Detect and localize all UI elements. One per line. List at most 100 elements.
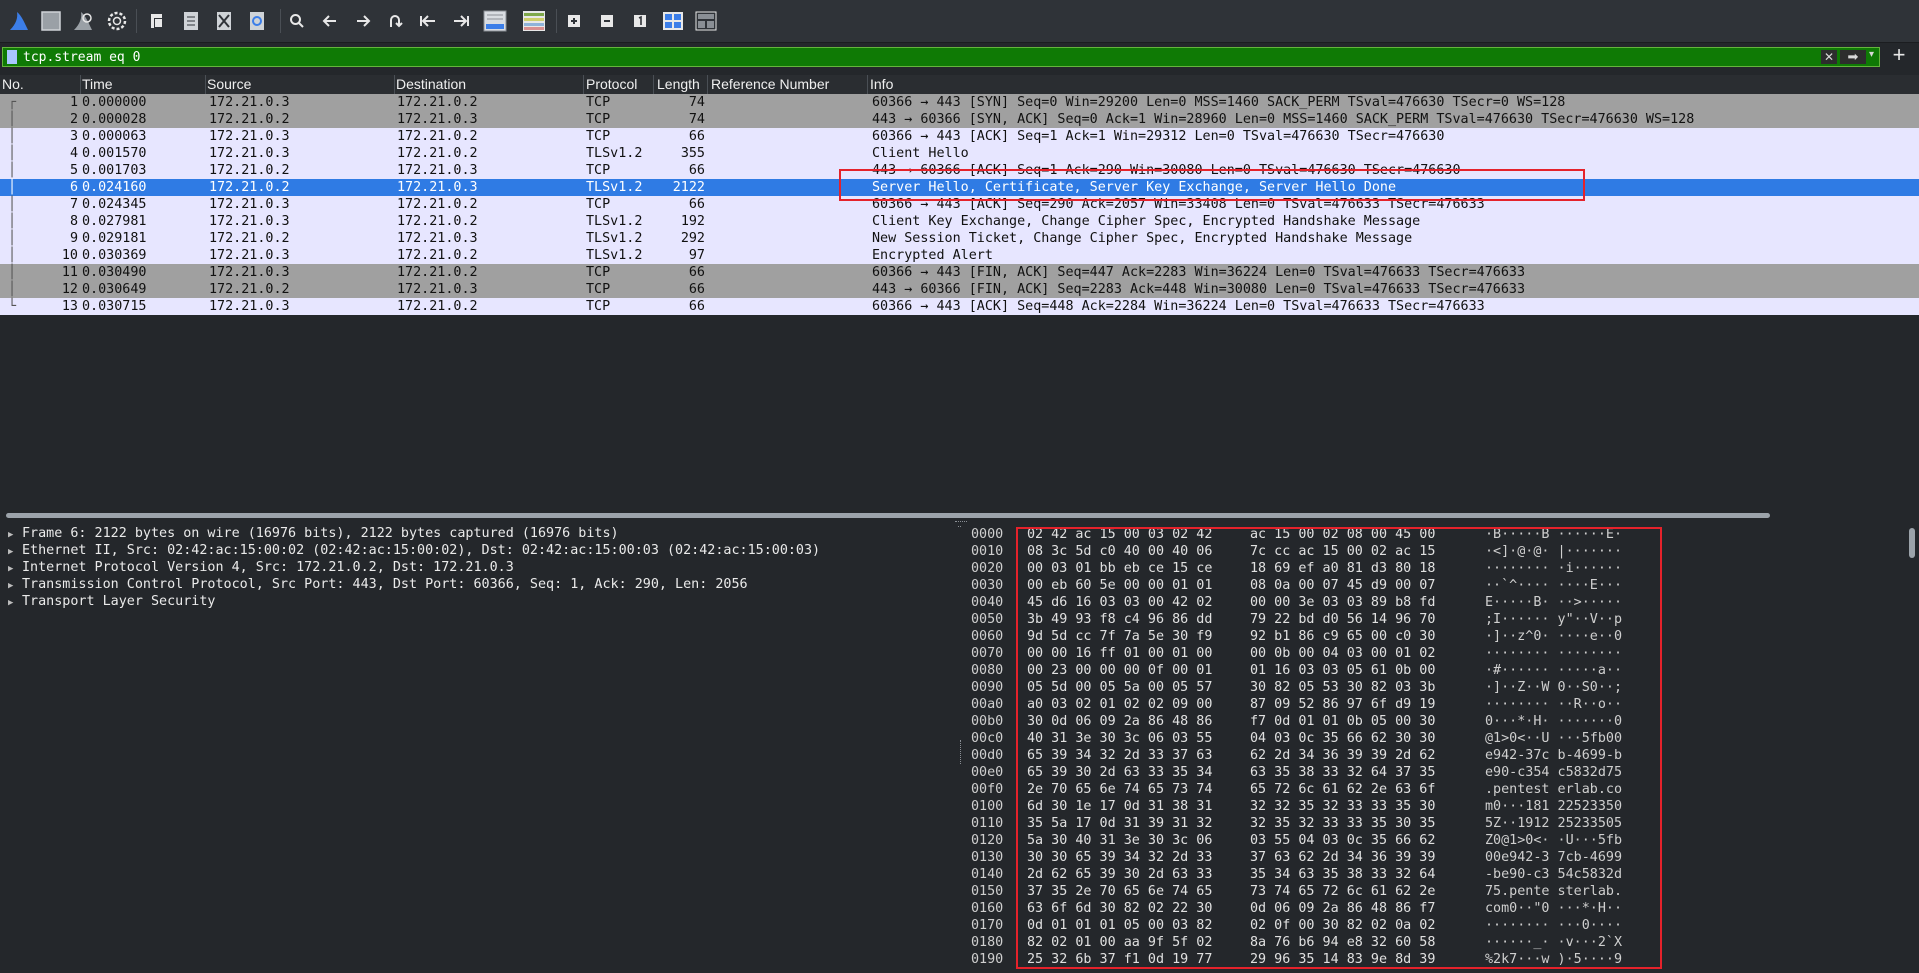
detail-row-tcp[interactable]: ▶ Transmission Control Protocol, Src Port… (8, 577, 748, 594)
packet-row[interactable]: 4 0.001570 172.21.0.3 172.21.0.2 TLSv1.2 355 C… (0, 145, 1919, 162)
add-filter-button[interactable]: + (1884, 43, 1914, 67)
column-header-source[interactable]: Source (207, 76, 251, 92)
cell-no: 1 (69, 95, 78, 110)
conversation-bracket: └ (8, 299, 17, 314)
cell-no: 3 (69, 129, 78, 144)
expand-arrow-icon[interactable]: ▶ (8, 598, 22, 608)
column-header-time[interactable]: Time (82, 76, 113, 92)
hex-bytes-first: 6d 30 1e 17 0d 31 38 31 (1027, 799, 1213, 814)
column-header-protocol[interactable]: Protocol (586, 76, 637, 92)
expand-arrow-icon[interactable]: ▶ (8, 581, 22, 591)
packet-row[interactable]: 7 0.024345 172.21.0.3 172.21.0.2 TCP 66 60366 … (0, 196, 1919, 213)
packet-row[interactable]: 1 0.000000 172.21.0.3 172.21.0.2 TCP 74 60366 … (0, 94, 1919, 111)
bytes-row[interactable]: 0090 05 5d 00 05 5a 00 05 57 30 82 05 53 3… (962, 679, 1902, 696)
expand-arrow-icon[interactable]: ▶ (8, 547, 22, 557)
hex-bytes-first: a0 03 02 01 02 02 09 00 (1027, 697, 1213, 712)
filter-dropdown-icon[interactable]: ▾ (1869, 49, 1874, 60)
display-filter-input[interactable]: tcp.stream eq 0 ✕ ➡ ▾ (2, 47, 1880, 67)
packet-row[interactable]: 5 0.001703 172.21.0.2 172.21.0.3 TCP 66 443 → … (0, 162, 1919, 179)
packet-row[interactable]: 9 0.029181 172.21.0.2 172.21.0.3 TLSv1.2 292 N… (0, 230, 1919, 247)
packet-row[interactable]: 6 0.024160 172.21.0.2 172.21.0.3 TLSv1.2 2122… (0, 179, 1919, 196)
detail-row-tls[interactable]: ▶ Transport Layer Security (8, 594, 215, 611)
bytes-row[interactable]: 0110 35 5a 17 0d 31 39 31 32 32 35 32 33 3… (962, 815, 1902, 832)
packet-row[interactable]: 8 0.027981 172.21.0.3 172.21.0.2 TLSv1.2 192 C… (0, 213, 1919, 230)
column-header-no[interactable]: No. (2, 76, 24, 92)
column-header-destination[interactable]: Destination (396, 76, 466, 92)
restart-capture-icon[interactable] (70, 8, 96, 34)
bytes-row[interactable]: 0190 25 32 6b 37 f1 0d 19 77 29 96 35 14 8… (962, 951, 1902, 968)
apply-filter-icon[interactable]: ➡ (1840, 50, 1866, 64)
bytes-row[interactable]: 0060 9d 5d cc 7f 7a 5e 30 f9 92 b1 86 c9 6… (962, 628, 1902, 645)
normal-size-icon[interactable] (627, 8, 653, 34)
bytes-row[interactable]: 00e0 65 39 30 2d 63 33 35 34 63 35 38 33 3… (962, 764, 1902, 781)
capture-options-icon[interactable] (104, 8, 130, 34)
bytes-row[interactable]: 0160 63 6f 6d 30 82 02 22 30 0d 06 09 2a 8… (962, 900, 1902, 917)
cell-protocol: TCP (586, 265, 611, 280)
bytes-row[interactable]: 00d0 65 39 34 32 2d 33 37 63 62 2d 34 36 3… (962, 747, 1902, 764)
bytes-row[interactable]: 0180 82 02 01 00 aa 9f 5f 02 8a 76 b6 94 e… (962, 934, 1902, 951)
packet-row[interactable]: 10 0.030369 172.21.0.3 172.21.0.2 TLSv1.2 97 E… (0, 247, 1919, 264)
bytes-row[interactable]: 0070 00 00 16 ff 01 00 01 00 00 0b 00 04 0… (962, 645, 1902, 662)
packet-list-horizontal-scrollbar[interactable] (0, 512, 1919, 520)
go-forward-icon[interactable] (350, 8, 376, 34)
go-first-icon[interactable] (415, 8, 441, 34)
packet-row[interactable]: 12 0.030649 172.21.0.2 172.21.0.3 TCP 66 443 →… (0, 281, 1919, 298)
bytes-row[interactable]: 0140 2d 62 65 39 30 2d 63 33 35 34 63 35 3… (962, 866, 1902, 883)
ascii-bytes: ········ ········ (1485, 646, 1623, 661)
close-file-icon[interactable] (211, 8, 237, 34)
bytes-row[interactable]: 0130 30 30 65 39 34 32 2d 33 37 63 62 2d 3… (962, 849, 1902, 866)
bytes-row[interactable]: 0020 00 03 01 bb eb ce 15 ce 18 69 ef a0 8… (962, 560, 1902, 577)
bytes-vertical-scrollbar[interactable] (1909, 528, 1915, 558)
save-file-icon[interactable] (178, 8, 204, 34)
packet-row[interactable]: 11 0.030490 172.21.0.3 172.21.0.2 TCP 66 60366… (0, 264, 1919, 281)
clear-filter-icon[interactable]: ✕ (1821, 50, 1837, 64)
expand-arrow-icon[interactable]: ▶ (8, 530, 22, 540)
resize-columns-icon[interactable] (660, 8, 686, 34)
detail-row-frame[interactable]: ▶ Frame 6: 2122 bytes on wire (16976 bits… (8, 526, 619, 543)
detail-row-ethernet[interactable]: ▶ Ethernet II, Src: 02:42:ac:15:00:02 (02… (8, 543, 820, 560)
bytes-row[interactable]: 0050 3b 49 93 f8 c4 96 86 dd 79 22 bd d0 5… (962, 611, 1902, 628)
auto-scroll-icon[interactable] (482, 8, 508, 34)
layout-icon[interactable] (693, 8, 719, 34)
open-file-icon[interactable] (144, 8, 170, 34)
hex-bytes-second: 29 96 35 14 83 9e 8d 39 (1250, 952, 1436, 967)
bytes-row[interactable]: 0010 08 3c 5d c0 40 00 40 06 7c cc ac 15 0… (962, 543, 1902, 560)
zoom-out-icon[interactable] (594, 8, 620, 34)
bookmark-icon[interactable] (7, 50, 17, 64)
zoom-in-icon[interactable] (561, 8, 587, 34)
detail-row-ip[interactable]: ▶ Internet Protocol Version 4, Src: 172.2… (8, 560, 514, 577)
bytes-row[interactable]: 0170 0d 01 01 01 05 00 03 82 02 0f 00 30 8… (962, 917, 1902, 934)
hex-bytes-second: 87 09 52 86 97 6f d9 19 (1250, 697, 1436, 712)
packet-row[interactable]: 13 0.030715 172.21.0.3 172.21.0.2 TCP 66 60366… (0, 298, 1919, 315)
find-packet-icon[interactable] (284, 8, 310, 34)
column-header-reference-number[interactable]: Reference Number (711, 76, 829, 92)
bytes-row[interactable]: 00a0 a0 03 02 01 02 02 09 00 87 09 52 86 9… (962, 696, 1902, 713)
shark-fin-start-icon[interactable] (6, 8, 32, 34)
bytes-row[interactable]: 0040 45 d6 16 03 03 00 42 02 00 00 3e 03 0… (962, 594, 1902, 611)
bytes-row[interactable]: 0100 6d 30 1e 17 0d 31 38 31 32 32 35 32 3… (962, 798, 1902, 815)
bytes-row[interactable]: 0150 37 35 2e 70 65 6e 74 65 73 74 65 72 6… (962, 883, 1902, 900)
packet-row[interactable]: 3 0.000063 172.21.0.3 172.21.0.2 TCP 66 60366 … (0, 128, 1919, 145)
bytes-row[interactable]: 0120 5a 30 40 31 3e 30 3c 06 03 55 04 03 0… (962, 832, 1902, 849)
scrollbar-thumb[interactable] (6, 513, 1770, 518)
bytes-row[interactable]: 00b0 30 0d 06 09 2a 86 48 86 f7 0d 01 01 0… (962, 713, 1902, 730)
column-header-info[interactable]: Info (870, 76, 893, 92)
go-to-packet-icon[interactable] (382, 8, 408, 34)
go-last-icon[interactable] (448, 8, 474, 34)
bytes-row[interactable]: 0030 00 eb 60 5e 00 00 01 01 08 0a 00 07 4… (962, 577, 1902, 594)
display-filter-text[interactable]: tcp.stream eq 0 (23, 50, 140, 65)
cell-no: 4 (69, 146, 78, 161)
column-header-length[interactable]: Length (657, 76, 700, 92)
bytes-row[interactable]: 0000 02 42 ac 15 00 03 02 42 ac 15 00 02 0… (962, 526, 1902, 543)
bytes-row[interactable]: 00c0 40 31 3e 30 3c 06 03 55 04 03 0c 35 6… (962, 730, 1902, 747)
bytes-row[interactable]: 00f0 2e 70 65 6e 74 65 73 74 65 72 6c 61 6… (962, 781, 1902, 798)
reload-file-icon[interactable] (244, 8, 270, 34)
stop-capture-icon[interactable] (38, 8, 64, 34)
bytes-row[interactable]: 0080 00 23 00 00 00 0f 00 01 01 16 03 03 0… (962, 662, 1902, 679)
packet-row[interactable]: 2 0.000028 172.21.0.2 172.21.0.3 TCP 74 443 → … (0, 111, 1919, 128)
colorize-icon[interactable] (521, 8, 547, 34)
go-back-icon[interactable] (317, 8, 343, 34)
expand-arrow-icon[interactable]: ▶ (8, 564, 22, 574)
cell-no: 9 (69, 231, 78, 246)
cell-info: Encrypted Alert (872, 248, 993, 263)
